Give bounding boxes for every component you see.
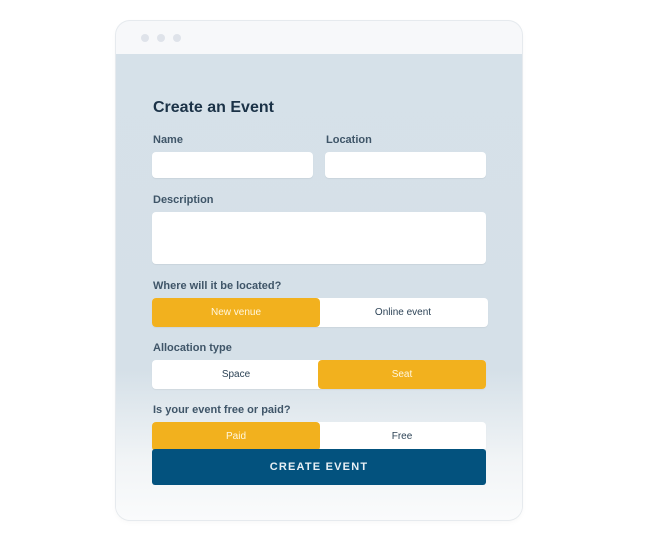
app-window: Create an Event Name Location Descriptio… bbox=[116, 21, 522, 520]
create-event-button[interactable]: CREATE EVENT bbox=[152, 449, 486, 485]
pricing-segmented-control: Paid Free bbox=[152, 422, 486, 451]
location-label: Location bbox=[326, 134, 372, 146]
venue-label: Where will it be located? bbox=[153, 280, 282, 292]
description-label: Description bbox=[153, 194, 214, 206]
create-event-form: Create an Event Name Location Descriptio… bbox=[116, 54, 522, 520]
venue-segmented-control: New venue Online event bbox=[152, 298, 488, 327]
location-input[interactable] bbox=[325, 152, 486, 178]
window-titlebar bbox=[116, 21, 522, 54]
form-title: Create an Event bbox=[153, 99, 274, 116]
venue-option-new-venue[interactable]: New venue bbox=[152, 298, 320, 327]
window-control-dot[interactable] bbox=[141, 34, 149, 42]
window-control-dot[interactable] bbox=[157, 34, 165, 42]
allocation-segmented-control: Space Seat bbox=[152, 360, 486, 389]
venue-option-online-event[interactable]: Online event bbox=[318, 298, 488, 327]
pricing-label: Is your event free or paid? bbox=[153, 404, 291, 416]
pricing-option-paid[interactable]: Paid bbox=[152, 422, 320, 451]
name-input[interactable] bbox=[152, 152, 313, 178]
allocation-label: Allocation type bbox=[153, 342, 232, 354]
allocation-option-space[interactable]: Space bbox=[152, 360, 320, 389]
pricing-option-free[interactable]: Free bbox=[318, 422, 486, 451]
window-control-dot[interactable] bbox=[173, 34, 181, 42]
allocation-option-seat[interactable]: Seat bbox=[318, 360, 486, 389]
description-textarea[interactable] bbox=[152, 212, 486, 264]
name-label: Name bbox=[153, 134, 183, 146]
